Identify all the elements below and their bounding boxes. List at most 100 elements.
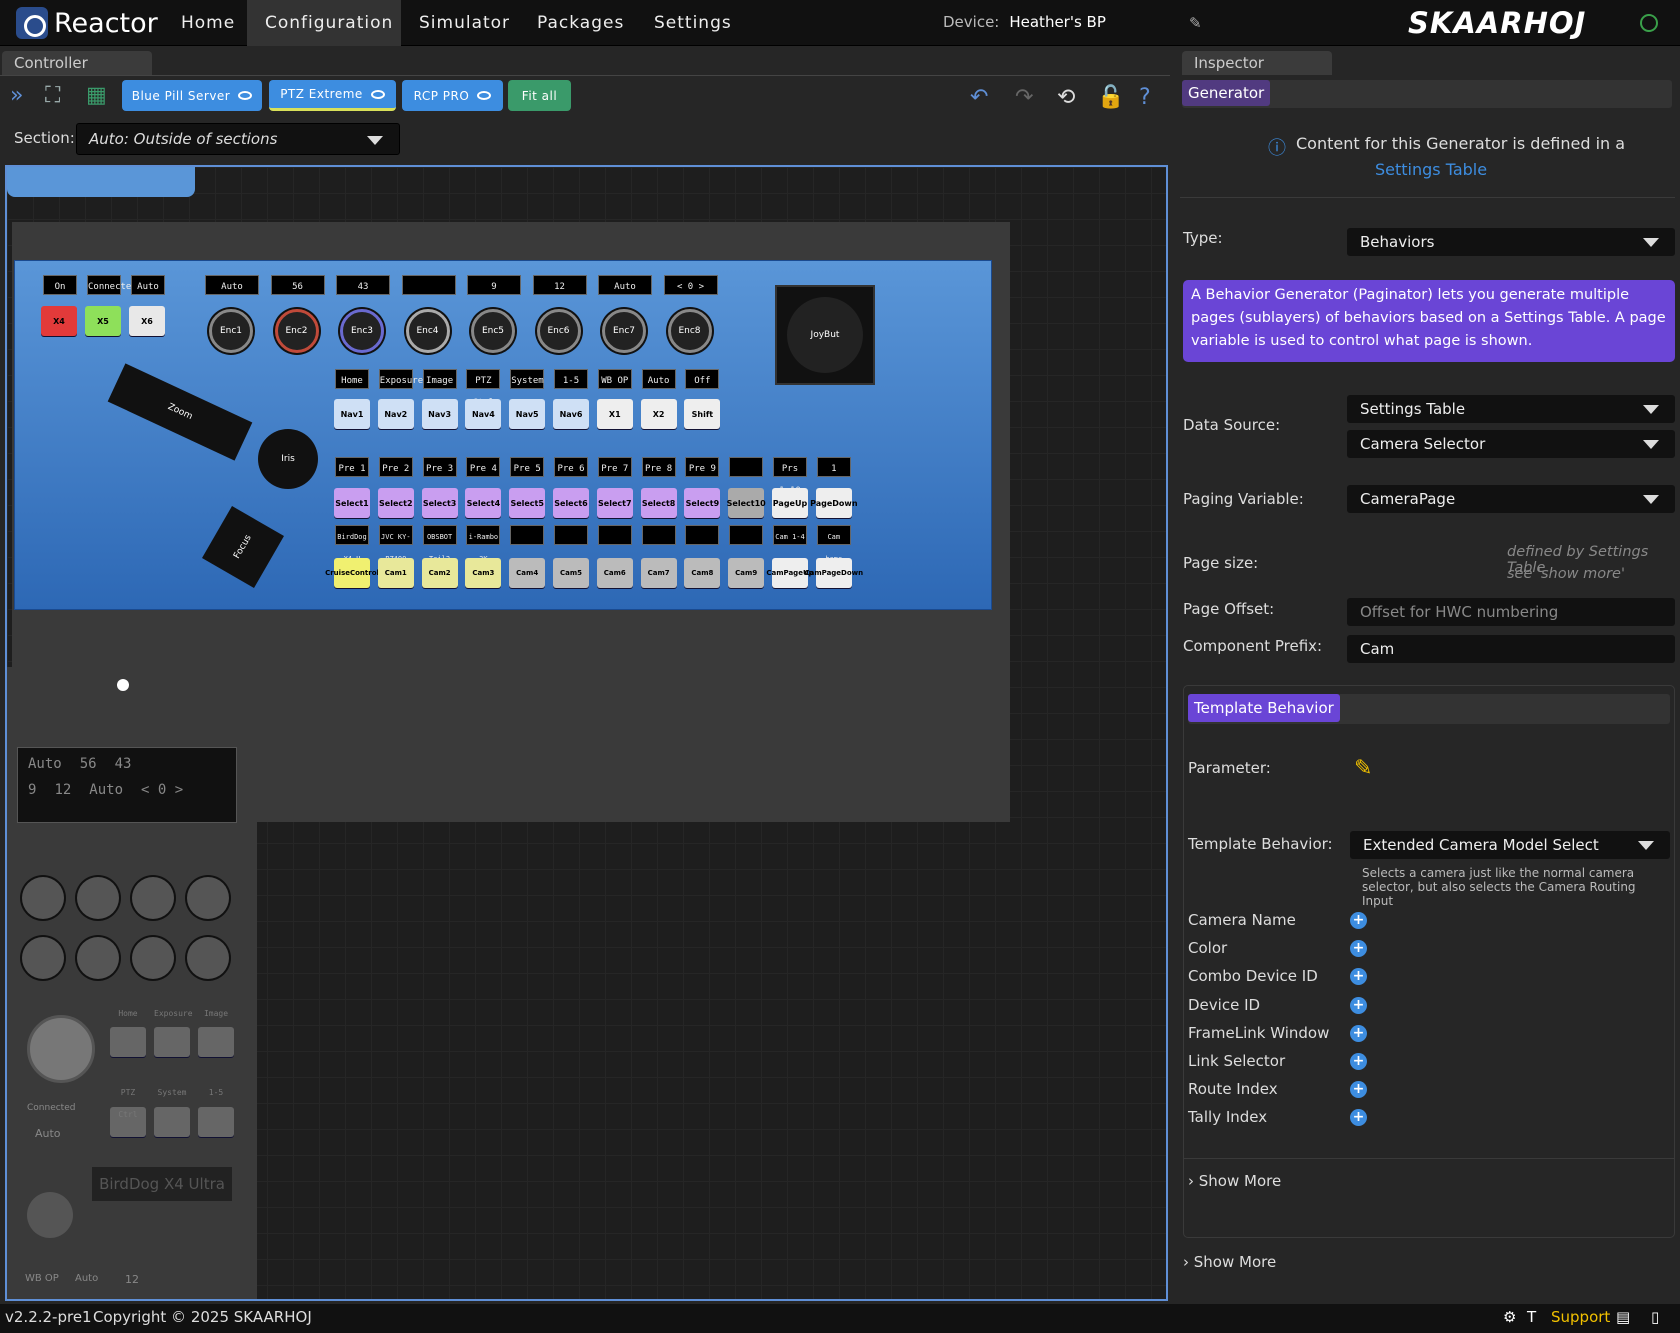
x-button[interactable]: X4 [41, 306, 77, 336]
select-button[interactable]: Select10 [727, 488, 766, 518]
camera-button[interactable]: Cam5 [553, 558, 589, 588]
encoder-knob[interactable] [187, 877, 229, 919]
controller-canvas[interactable]: On Connected Auto X4 X5 X6 Auto 56 43 9 12 Auto < 0 … [5, 165, 1168, 1301]
camera-button[interactable]: Cam8 [684, 558, 721, 588]
pill-blue-pill-server[interactable]: Blue Pill Server [122, 80, 262, 111]
joystick[interactable]: JoyBut [775, 285, 875, 385]
encoder-knob[interactable] [132, 877, 174, 919]
page-offset-input[interactable]: Offset for HWC numbering [1347, 598, 1675, 626]
select-button[interactable]: Select9 [684, 488, 721, 518]
component-prefix-input[interactable]: Cam [1347, 635, 1675, 663]
nav-configuration[interactable]: Configuration [247, 0, 401, 46]
add-parameter-icon[interactable]: + [1350, 1109, 1367, 1127]
settings-table-link[interactable]: Settings Table [1375, 160, 1487, 179]
camera-button[interactable]: Cam9 [728, 558, 765, 588]
nav-home[interactable]: Home [163, 0, 253, 46]
encoder-knob[interactable] [132, 937, 174, 979]
x-button[interactable]: X5 [85, 306, 121, 336]
select-button[interactable]: Select1 [334, 488, 370, 518]
help-icon[interactable]: ? [1139, 85, 1151, 110]
nav-button[interactable]: Nav5 [509, 399, 546, 429]
camera-button[interactable]: Cam2 [421, 558, 458, 588]
camera-button[interactable]: CamPageDown [804, 558, 863, 588]
select-button[interactable]: Select4 [465, 488, 502, 518]
pill-rcp-pro[interactable]: RCP PRO [402, 80, 503, 111]
pill-ptz-extreme[interactable]: PTZ Extreme [269, 80, 396, 111]
encoder-knob[interactable]: Enc2 [274, 309, 319, 353]
rcp-pro-device[interactable]: Auto 56 43 9 12 Auto < 0 > BirdDog X4 Ultra C… [7, 667, 257, 1299]
nav-button[interactable]: Nav6 [553, 399, 589, 429]
data-source-table-select[interactable]: Camera Selector [1347, 430, 1675, 458]
encoder-knob[interactable] [77, 877, 119, 919]
expand-icon[interactable]: » [10, 83, 23, 108]
zoom-rocker[interactable]: Zoom [107, 363, 253, 461]
gear-icon[interactable]: ⚙ [1503, 1308, 1516, 1326]
grid-icon[interactable]: ▦ [86, 83, 107, 108]
nav-button[interactable]: Nav2 [377, 399, 414, 429]
type-select[interactable]: Behaviors [1347, 228, 1675, 256]
support-link[interactable]: Support [1551, 1308, 1610, 1326]
camera-button[interactable]: CruiseControl [325, 558, 379, 588]
encoder-knob[interactable]: Enc7 [602, 309, 646, 353]
lock-icon[interactable]: 🔓 [1097, 85, 1124, 110]
x-button[interactable]: X6 [129, 306, 165, 336]
undo-icon[interactable]: ↶ [970, 85, 988, 110]
camera-button[interactable]: Cam1 [377, 558, 414, 588]
select-button[interactable]: Select7 [596, 488, 633, 518]
add-parameter-icon[interactable]: + [1350, 968, 1367, 986]
add-parameter-icon[interactable]: + [1350, 912, 1367, 929]
printer-icon[interactable]: ▤ [1616, 1308, 1630, 1326]
select-button[interactable]: Select2 [377, 488, 414, 518]
encoder-knob[interactable]: Enc6 [536, 309, 581, 353]
nav-button[interactable]: Nav4 [465, 399, 502, 429]
large-knob[interactable] [27, 1015, 95, 1083]
encoder-knob[interactable]: Enc5 [471, 309, 515, 353]
lower-button[interactable] [154, 1027, 190, 1057]
add-parameter-icon[interactable]: + [1350, 1053, 1367, 1070]
encoder-knob[interactable] [187, 937, 229, 979]
nav-packages[interactable]: Packages [519, 0, 642, 46]
encoder-knob[interactable] [77, 937, 119, 979]
camera-button[interactable]: Cam3 [465, 558, 502, 588]
hide-icon[interactable]: ⛶ [45, 83, 60, 108]
lower-button[interactable] [110, 1027, 146, 1057]
section-select[interactable]: Auto: Outside of sections [76, 123, 400, 155]
camera-button[interactable]: Cam6 [596, 558, 633, 588]
select-button[interactable]: Select6 [553, 488, 589, 518]
add-parameter-icon[interactable]: + [1350, 1081, 1367, 1099]
encoder-knob[interactable]: Enc1 [209, 309, 253, 353]
app-logo[interactable]: Reactor [16, 7, 158, 39]
tab-controller[interactable]: Controller [2, 51, 152, 75]
select-button[interactable]: Select3 [421, 488, 458, 518]
tab-inspector[interactable]: Inspector [1182, 51, 1332, 75]
fit-all-button[interactable]: Fit all [508, 80, 571, 111]
nav-button[interactable]: Nav3 [421, 399, 458, 429]
iris-knob[interactable]: Iris [258, 429, 318, 489]
show-more-inner[interactable]: › Show More [1188, 1172, 1281, 1190]
nav-settings[interactable]: Settings [636, 0, 750, 46]
nav-button[interactable]: X2 [640, 399, 677, 429]
globe-icon[interactable] [1640, 14, 1658, 32]
camera-button[interactable]: Cam7 [640, 558, 677, 588]
template-behavior-select[interactable]: Extended Camera Model Select [1350, 831, 1670, 859]
edit-device-icon[interactable]: ✎ [1189, 14, 1202, 32]
small-knob[interactable] [27, 1192, 73, 1238]
focus-wheel[interactable]: Focus [202, 506, 284, 588]
encoder-knob[interactable]: Enc4 [405, 309, 450, 353]
lower-button[interactable] [198, 1107, 234, 1137]
encoder-knob[interactable] [22, 877, 64, 919]
nav-simulator[interactable]: Simulator [401, 0, 528, 46]
add-parameter-icon[interactable]: + [1350, 1024, 1367, 1042]
book-icon[interactable]: ▯ [1651, 1308, 1659, 1326]
show-more-outer[interactable]: › Show More [1183, 1253, 1276, 1271]
lower-button[interactable] [154, 1107, 190, 1137]
nav-button[interactable]: Nav1 [334, 399, 370, 429]
encoder-knob[interactable]: Enc8 [667, 309, 712, 353]
select-button[interactable]: Select5 [509, 488, 546, 518]
nav-button[interactable]: X1 [596, 399, 633, 429]
edit-parameter-icon[interactable]: ✎ [1354, 756, 1372, 781]
lower-button[interactable] [198, 1027, 234, 1057]
select-button[interactable]: PageDown [810, 488, 858, 518]
redo-icon[interactable]: ↷ [1015, 85, 1033, 110]
encoder-knob[interactable] [22, 937, 64, 979]
